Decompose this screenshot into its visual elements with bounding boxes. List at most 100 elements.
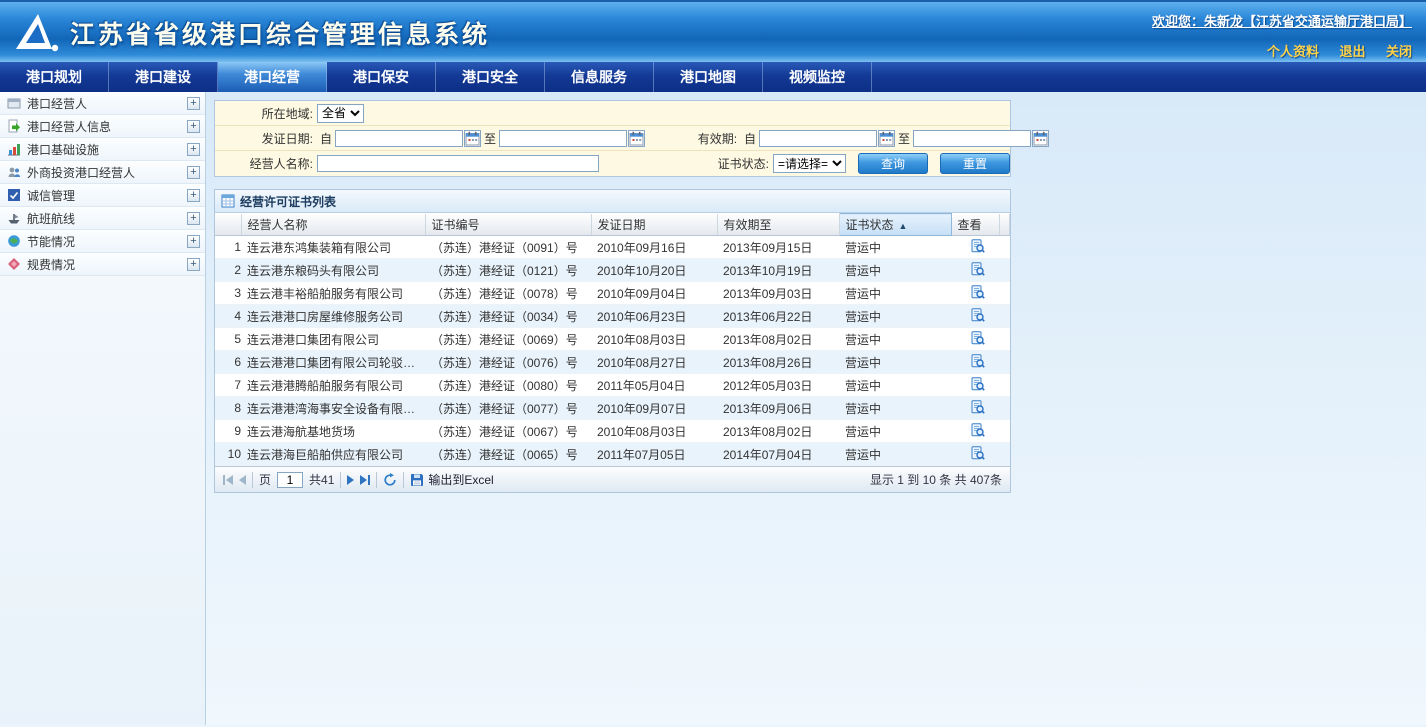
expand-plus-button[interactable]: + <box>187 143 200 156</box>
sidebar-item-credit-management[interactable]: 诚信管理 + <box>0 184 205 207</box>
table-row[interactable]: 7 连云港港腾船舶服务有限公司 （苏连）港经证（0080）号 2011年05月0… <box>215 374 1010 397</box>
cert-no-cell: （苏连）港经证（0121）号 <box>425 259 591 282</box>
table-row[interactable]: 9 连云港海航基地货场 （苏连）港经证（0067）号 2010年08月03日 2… <box>215 420 1010 443</box>
column-operator-name[interactable]: 经营人名称 <box>241 214 425 236</box>
tab-port-map[interactable]: 港口地图 <box>654 62 763 92</box>
export-excel-label: 输出到Excel <box>428 471 493 488</box>
issue-date-to-calendar-button[interactable] <box>628 130 645 147</box>
validity-from-input[interactable] <box>759 130 877 147</box>
issue-date-to-input[interactable] <box>499 130 627 147</box>
expand-plus-button[interactable]: + <box>187 189 200 202</box>
validity-to-calendar-button[interactable] <box>1032 130 1049 147</box>
region-select[interactable]: 全省 <box>317 104 364 123</box>
table-row[interactable]: 5 连云港港口集团有限公司 （苏连）港经证（0069）号 2010年08月03日… <box>215 328 1010 351</box>
operator-name-cell: 连云港海航基地货场 <box>241 420 425 443</box>
table-row[interactable]: 10 连云港海巨船舶供应有限公司 （苏连）港经证（0065）号 2011年07月… <box>215 443 1010 466</box>
validity-from-calendar-button[interactable] <box>878 130 895 147</box>
row-number: 2 <box>215 259 241 282</box>
view-icon[interactable] <box>971 239 985 253</box>
last-page-button[interactable] <box>360 475 370 485</box>
view-icon[interactable] <box>971 262 985 276</box>
valid-until-cell: 2013年09月06日 <box>717 397 839 420</box>
reset-button[interactable]: 重置 <box>940 153 1010 174</box>
issue-date-from-input[interactable] <box>335 130 463 147</box>
operator-icon <box>7 96 21 110</box>
column-cert-status[interactable]: 证书状态▲ <box>839 214 951 236</box>
energy-icon <box>7 234 21 248</box>
expand-plus-button[interactable]: + <box>187 235 200 248</box>
operator-name-input[interactable] <box>317 155 599 172</box>
issue-date-from-calendar-button[interactable] <box>464 130 481 147</box>
expand-plus-button[interactable]: + <box>187 166 200 179</box>
valid-until-cell: 2013年09月03日 <box>717 282 839 305</box>
close-link[interactable]: 关闭 <box>1386 44 1412 59</box>
issue-date-cell: 2011年05月04日 <box>591 374 717 397</box>
tab-port-construction[interactable]: 港口建设 <box>109 62 218 92</box>
next-page-button[interactable] <box>347 475 354 485</box>
sidebar-item-fees[interactable]: 规费情况 + <box>0 253 205 276</box>
view-icon[interactable] <box>971 285 985 299</box>
table-row[interactable]: 1 连云港东鸿集装箱有限公司 （苏连）港经证（0091）号 2010年09月16… <box>215 236 1010 259</box>
view-icon[interactable] <box>971 377 985 391</box>
column-row-number <box>215 214 241 236</box>
sidebar-item-label: 外商投资港口经营人 <box>27 164 187 181</box>
table-row[interactable]: 8 连云港港湾海事安全设备有限… （苏连）港经证（0077）号 2010年09月… <box>215 397 1010 420</box>
welcome-text: 欢迎您：朱新龙【江苏省交通运输厅港口局】 <box>1152 11 1412 30</box>
tab-port-security[interactable]: 港口保安 <box>327 62 436 92</box>
page-number-input[interactable] <box>277 472 303 488</box>
sidebar-item-foreign-investment[interactable]: 外商投资港口经营人 + <box>0 161 205 184</box>
sidebar-item-port-operators[interactable]: 港口经营人 + <box>0 92 205 115</box>
table-row[interactable]: 2 连云港东粮码头有限公司 （苏连）港经证（0121）号 2010年10月20日… <box>215 259 1010 282</box>
view-icon[interactable] <box>971 308 985 322</box>
valid-until-cell: 2013年09月15日 <box>717 236 839 259</box>
cert-no-cell: （苏连）港经证（0076）号 <box>425 351 591 374</box>
table-row[interactable]: 3 连云港丰裕船舶服务有限公司 （苏连）港经证（0078）号 2010年09月0… <box>215 282 1010 305</box>
sidebar-item-label: 港口经营人 <box>27 95 187 112</box>
first-page-button[interactable] <box>223 475 233 485</box>
validity-label: 有效期: <box>645 130 741 147</box>
row-number: 8 <box>215 397 241 420</box>
operator-name-cell: 连云港港口集团有限公司轮驳… <box>241 351 425 374</box>
column-filler <box>999 214 1010 236</box>
from-label: 自 <box>744 130 756 147</box>
expand-plus-button[interactable]: + <box>187 120 200 133</box>
sidebar-item-shipping-routes[interactable]: 航班航线 + <box>0 207 205 230</box>
license-list-panel: 经营许可证书列表 经营人名称 证书编号 发证日期 有效期至 证书状态▲ 查看 <box>214 189 1011 493</box>
table-row[interactable]: 4 连云港港口房屋维修服务公司 （苏连）港经证（0034）号 2010年06月2… <box>215 305 1010 328</box>
column-cert-no[interactable]: 证书编号 <box>425 214 591 236</box>
view-icon[interactable] <box>971 446 985 460</box>
validity-to-input[interactable] <box>913 130 1031 147</box>
tab-port-safety[interactable]: 港口安全 <box>436 62 545 92</box>
table-header-row: 经营人名称 证书编号 发证日期 有效期至 证书状态▲ 查看 <box>215 214 1010 236</box>
expand-plus-button[interactable]: + <box>187 258 200 271</box>
table-row[interactable]: 6 连云港港口集团有限公司轮驳… （苏连）港经证（0076）号 2010年08月… <box>215 351 1010 374</box>
expand-plus-button[interactable]: + <box>187 97 200 110</box>
column-issue-date[interactable]: 发证日期 <box>591 214 717 236</box>
cert-status-select[interactable]: =请选择= <box>773 154 846 173</box>
refresh-icon <box>383 473 397 487</box>
column-valid-until[interactable]: 有效期至 <box>717 214 839 236</box>
valid-until-cell: 2013年10月19日 <box>717 259 839 282</box>
view-icon[interactable] <box>971 400 985 414</box>
tab-info-service[interactable]: 信息服务 <box>545 62 654 92</box>
view-icon[interactable] <box>971 331 985 345</box>
sidebar-item-infrastructure[interactable]: 港口基础设施 + <box>0 138 205 161</box>
tab-video-monitor[interactable]: 视频监控 <box>763 62 872 92</box>
prev-page-button[interactable] <box>239 475 246 485</box>
refresh-button[interactable] <box>383 473 397 487</box>
expand-plus-button[interactable]: + <box>187 212 200 225</box>
logout-link[interactable]: 退出 <box>1340 44 1366 59</box>
issue-date-cell: 2011年07月05日 <box>591 443 717 466</box>
operator-name-cell: 连云港东鸿集装箱有限公司 <box>241 236 425 259</box>
profile-link[interactable]: 个人资料 <box>1267 44 1319 59</box>
view-icon[interactable] <box>971 423 985 437</box>
tab-port-operation[interactable]: 港口经营 <box>218 62 327 92</box>
view-icon[interactable] <box>971 354 985 368</box>
tab-port-planning[interactable]: 港口规划 <box>0 62 109 92</box>
sidebar-item-energy-saving[interactable]: 节能情况 + <box>0 230 205 253</box>
operator-name-cell: 连云港港口集团有限公司 <box>241 328 425 351</box>
sidebar-item-operator-info[interactable]: 港口经营人信息 + <box>0 115 205 138</box>
export-excel-button[interactable]: 输出到Excel <box>410 471 493 488</box>
pager-separator <box>340 472 341 488</box>
search-button[interactable]: 查询 <box>858 153 928 174</box>
